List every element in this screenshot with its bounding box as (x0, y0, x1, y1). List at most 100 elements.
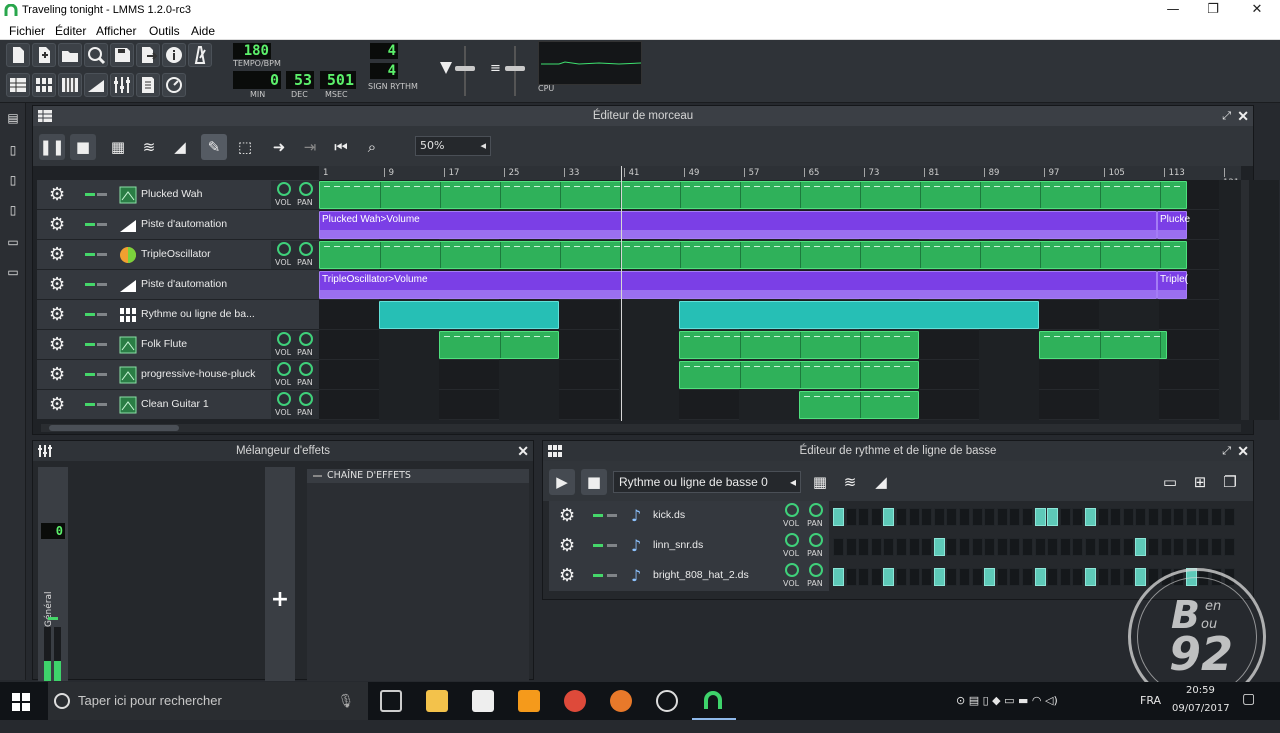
beat-step[interactable] (1085, 568, 1096, 586)
add-beat-track-icon[interactable]: ▦ (105, 134, 131, 160)
vertical-scrollbar[interactable] (1241, 180, 1249, 420)
pan-knob[interactable] (299, 362, 313, 376)
track-settings-gear-icon[interactable]: ⚙ (49, 306, 67, 324)
beat-editor-maximize-icon[interactable]: ⤢ (1222, 442, 1231, 460)
beat-step[interactable] (896, 568, 907, 586)
beat-step[interactable] (883, 508, 895, 526)
note-pattern-clip[interactable] (679, 361, 919, 389)
track-mute-led[interactable] (85, 313, 95, 316)
beat-step[interactable] (1047, 508, 1059, 526)
menu-aide[interactable]: Aide (191, 24, 215, 38)
track-solo-led[interactable] (97, 283, 107, 286)
playhead[interactable] (621, 166, 622, 421)
volume-knob[interactable] (277, 332, 291, 346)
track-mute-led[interactable] (85, 403, 95, 406)
track-mute-led[interactable] (85, 223, 95, 226)
beat-step[interactable] (858, 568, 870, 586)
track-timeline-area[interactable] (319, 390, 1279, 420)
instrument-plugins-icon[interactable]: ▤ (6, 111, 20, 125)
beat-step[interactable] (1185, 508, 1197, 526)
beat-step[interactable] (1198, 508, 1210, 526)
beat-step[interactable] (984, 538, 996, 556)
beat-pattern-select[interactable]: Rythme ou ligne de basse 0 ◂ (613, 471, 801, 493)
notifications-icon[interactable]: ▢ (1242, 691, 1255, 707)
file-explorer-icon[interactable] (426, 690, 448, 712)
beat-row-header[interactable]: ⚙ ♪ bright_808_hat_2.ds VOL PAN (549, 561, 829, 591)
beat-step[interactable] (883, 568, 895, 586)
fx-mixer-close-icon[interactable]: ✕ (517, 442, 529, 460)
recent-projects-icon[interactable] (84, 43, 108, 67)
track-mute-led[interactable] (85, 343, 95, 346)
export-icon[interactable] (136, 43, 160, 67)
beat-step[interactable] (1223, 508, 1235, 526)
beat-step[interactable] (971, 508, 983, 526)
track-settings-gear-icon[interactable]: ⚙ (49, 336, 67, 354)
horizontal-scrollbar[interactable] (41, 424, 1241, 432)
beat-step[interactable] (1059, 568, 1071, 586)
song-editor-maximize-icon[interactable]: ⤢ (1222, 107, 1231, 125)
pause-icon[interactable]: ❚❚ (39, 134, 65, 160)
automation-clip[interactable]: Plucked Wah>Volume (319, 211, 1157, 239)
input-language[interactable]: FRA (1140, 694, 1161, 707)
taskbar-search-box[interactable]: Taper ici pour rechercher 🎙 (48, 682, 368, 720)
edit-mode-icon[interactable]: ⬚ (232, 134, 258, 160)
beat-step[interactable] (1211, 538, 1222, 556)
track-header[interactable]: ⚙ progressive-house-pluck VOL PAN (37, 360, 319, 390)
my-projects-icon[interactable]: ▯ (6, 143, 20, 157)
track-solo-led[interactable] (97, 343, 107, 346)
beat-step[interactable] (1034, 568, 1046, 586)
beat-step[interactable] (858, 538, 870, 556)
track-header[interactable]: ⚙ Piste d'automation (37, 210, 319, 240)
tray-icons[interactable]: ⊙ ▤ ▯ ◆ ▭ ▬ ◠ ◁) (956, 694, 1058, 707)
beat-volume-knob[interactable] (785, 533, 799, 547)
beat-step[interactable] (996, 538, 1008, 556)
beat-step[interactable] (959, 538, 970, 556)
note-pattern-clip[interactable] (439, 331, 559, 359)
auto-scroll-icon[interactable]: ➜ (266, 134, 292, 160)
media-player-icon[interactable] (518, 690, 540, 712)
track-solo-led[interactable] (97, 403, 107, 406)
beat-step[interactable] (1223, 538, 1235, 556)
track-header[interactable]: ⚙ Plucked Wah VOL PAN (37, 180, 319, 210)
beat-step[interactable] (908, 568, 920, 586)
beat-step[interactable] (845, 568, 857, 586)
maximize-button[interactable]: ❐ (1190, 1, 1236, 21)
app-icon[interactable] (656, 690, 678, 712)
track-solo-led[interactable] (97, 253, 107, 256)
master-volume-slider[interactable] (438, 46, 478, 96)
beat-step[interactable] (883, 538, 895, 556)
fx-mute-led[interactable] (48, 617, 58, 620)
beat-pattern-clip[interactable] (379, 301, 559, 329)
song-editor-close-icon[interactable]: ✕ (1237, 107, 1249, 125)
volume-knob[interactable] (277, 182, 291, 196)
piano-roll-toggle-icon[interactable] (58, 73, 82, 97)
track-header[interactable]: ⚙ Folk Flute VOL PAN (37, 330, 319, 360)
zoom-select[interactable]: 50% ◂ (415, 136, 491, 156)
lmms-taskbar-icon[interactable] (702, 690, 724, 712)
beat-step[interactable] (1097, 538, 1109, 556)
track-timeline-area[interactable]: TripleOscillator>Volume Triple( (319, 270, 1279, 300)
beat-step[interactable] (1009, 568, 1021, 586)
master-pitch-slider[interactable]: ≡ (488, 46, 528, 96)
beat-step[interactable] (1211, 508, 1222, 526)
track-mute-led[interactable] (85, 373, 95, 376)
beat-step[interactable] (1110, 508, 1122, 526)
automation-clip[interactable]: Triple( (1157, 271, 1188, 299)
beat-step[interactable] (933, 538, 945, 556)
track-settings-gear-icon[interactable]: ⚙ (49, 366, 67, 384)
beat-step[interactable] (1122, 538, 1134, 556)
add-beat-line-icon[interactable]: ▦ (807, 469, 833, 495)
track-timeline-area[interactable]: Plucked Wah>Volume Plucke (319, 210, 1279, 240)
automation-editor-toggle-icon[interactable] (84, 73, 108, 97)
track-settings-gear-icon[interactable]: ⚙ (49, 216, 67, 234)
beat-step[interactable] (1135, 568, 1147, 586)
note-pattern-clip[interactable] (1039, 331, 1167, 359)
beat-step[interactable] (1022, 538, 1033, 556)
beat-step[interactable] (933, 508, 945, 526)
track-mute-led[interactable] (85, 283, 95, 286)
stop-behavior-icon[interactable]: ⏮ (328, 134, 354, 160)
beat-volume-knob[interactable] (785, 563, 799, 577)
automation-clip[interactable]: Plucke (1157, 211, 1190, 239)
pan-knob[interactable] (299, 332, 313, 346)
beat-step[interactable] (921, 568, 933, 586)
